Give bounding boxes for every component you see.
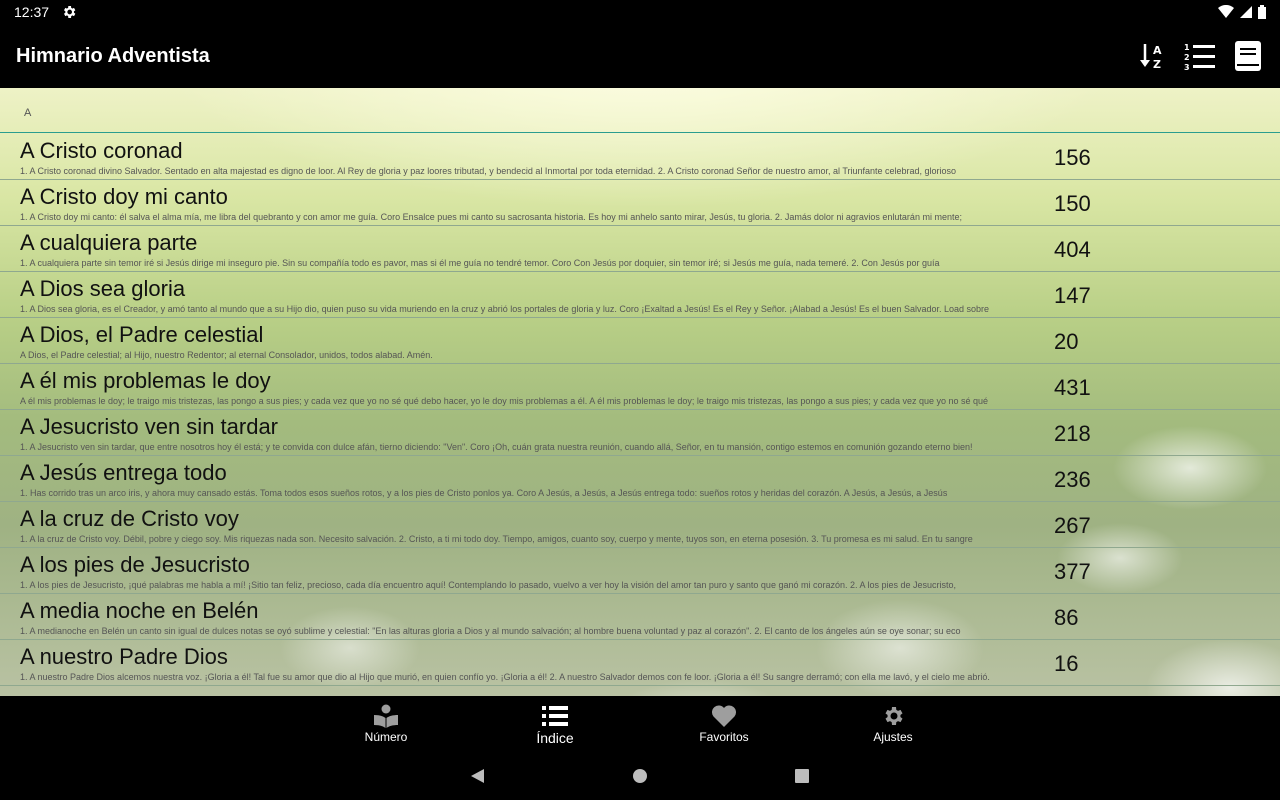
nav-indice[interactable]: Índice bbox=[495, 696, 615, 752]
book-icon bbox=[1235, 41, 1261, 71]
hymn-list: A Cristo coronad 1. A Cristo coronad divi… bbox=[0, 134, 1280, 686]
hymn-row[interactable]: A él mis problemas le doy A él mis proble… bbox=[0, 364, 1280, 410]
hymn-title: A media noche en Belén bbox=[20, 598, 259, 623]
hymn-title: A Dios sea gloria bbox=[20, 276, 186, 301]
hymn-number: 267 bbox=[1054, 513, 1091, 538]
hymn-excerpt: 1. A los pies de Jesucristo, ¡qué palabr… bbox=[20, 580, 957, 590]
home-circle-icon[interactable] bbox=[630, 766, 650, 786]
hymn-excerpt: 1. A medianoche en Belén un canto sin ig… bbox=[20, 626, 961, 636]
system-nav-bar bbox=[0, 752, 1280, 800]
back-triangle-icon[interactable] bbox=[468, 766, 488, 786]
hymn-number: 404 bbox=[1054, 237, 1091, 262]
status-time: 12:37 bbox=[14, 4, 50, 20]
hymn-title: A Cristo doy mi canto bbox=[20, 184, 228, 209]
app-actions: A Z 1 2 3 bbox=[1136, 40, 1264, 72]
hymn-number: 236 bbox=[1054, 467, 1091, 492]
hymn-row[interactable]: A Jesús entrega todo 1. Has corrido tras … bbox=[0, 456, 1280, 502]
hymn-number: 218 bbox=[1054, 421, 1091, 446]
reader-book-icon bbox=[373, 704, 399, 728]
app-bar: Himnario Adventista A Z 1 2 3 bbox=[0, 24, 1280, 88]
cell-signal-icon bbox=[1240, 6, 1252, 18]
wifi-icon bbox=[1218, 5, 1234, 18]
nav-numero-label: Número bbox=[364, 730, 408, 744]
nav-favoritos-label: Favoritos bbox=[699, 730, 749, 744]
sort-numeric-button[interactable]: 1 2 3 bbox=[1184, 40, 1216, 72]
hymn-title: A nuestro Padre Dios bbox=[20, 644, 228, 669]
hymn-number: 20 bbox=[1054, 329, 1079, 354]
heart-icon bbox=[711, 704, 737, 728]
hymn-excerpt: A Dios, el Padre celestial; al Hijo, nue… bbox=[20, 350, 433, 360]
hymn-excerpt: 1. A la cruz de Cristo voy. Débil, pobre… bbox=[20, 534, 973, 544]
hymn-number: 150 bbox=[1054, 191, 1091, 216]
hymn-number: 86 bbox=[1054, 605, 1079, 630]
hymn-title: A Cristo coronad bbox=[20, 138, 183, 163]
recents-square-icon[interactable] bbox=[792, 766, 812, 786]
list-icon bbox=[542, 704, 568, 728]
hymn-excerpt: 1. A nuestro Padre Dios alcemos nuestra … bbox=[20, 672, 990, 682]
status-icons bbox=[1218, 4, 1266, 20]
book-button[interactable] bbox=[1232, 40, 1264, 72]
hymn-row[interactable]: A Jesucristo ven sin tardar 1. A Jesucris… bbox=[0, 410, 1280, 456]
hymn-title: A Jesús entrega todo bbox=[20, 460, 227, 485]
hymn-number: 431 bbox=[1054, 375, 1091, 400]
nav-favoritos[interactable]: Favoritos bbox=[664, 696, 784, 752]
hymn-number: 16 bbox=[1054, 651, 1079, 676]
sort-alpha-button[interactable]: A Z bbox=[1136, 40, 1168, 72]
battery-icon bbox=[1258, 5, 1266, 19]
hymn-title: A los pies de Jesucristo bbox=[20, 552, 250, 577]
hymn-title: A Jesucristo ven sin tardar bbox=[20, 414, 279, 439]
nav-ajustes-label: Ajustes bbox=[873, 730, 913, 744]
hymn-number: 147 bbox=[1054, 283, 1091, 308]
numbered-list-icon: 1 2 3 bbox=[1184, 43, 1215, 71]
hymn-number: 156 bbox=[1054, 145, 1091, 170]
bottom-nav: Número Índice Favoritos Ajustes bbox=[0, 696, 1280, 752]
hymn-row[interactable]: A cualquiera parte 1. A cualquiera parte … bbox=[0, 226, 1280, 272]
hymn-title: A cualquiera parte bbox=[20, 230, 198, 255]
section-header: A bbox=[0, 88, 1280, 133]
hymn-row[interactable]: A Cristo doy mi canto 1. A Cristo doy mi … bbox=[0, 180, 1280, 226]
svg-text:3: 3 bbox=[1184, 63, 1190, 71]
nav-ajustes[interactable]: Ajustes bbox=[833, 696, 953, 752]
hymn-title: A la cruz de Cristo voy bbox=[20, 506, 239, 531]
hymn-excerpt: 1. Has corrido tras un arco iris, y ahor… bbox=[20, 488, 948, 498]
hymn-row[interactable]: A Dios sea gloria 1. A Dios sea gloria, e… bbox=[0, 272, 1280, 318]
hymn-row[interactable]: A los pies de Jesucristo 1. A los pies de… bbox=[0, 548, 1280, 594]
hymn-number: 377 bbox=[1054, 559, 1091, 584]
app-title: Himnario Adventista bbox=[16, 45, 210, 67]
hymn-row[interactable]: A media noche en Belén 1. A medianoche en… bbox=[0, 594, 1280, 640]
nav-numero[interactable]: Número bbox=[326, 696, 446, 752]
hymn-row[interactable]: A Dios, el Padre celestial A Dios, el Pad… bbox=[0, 318, 1280, 364]
section-letter: A bbox=[24, 107, 32, 119]
sort-alpha-icon: A Z bbox=[1140, 44, 1162, 71]
nav-indice-label: Índice bbox=[536, 730, 574, 746]
hymn-excerpt: 1. A cualquiera parte sin temor iré si J… bbox=[20, 258, 940, 268]
hymn-index[interactable]: A A Cristo coronad 1. A Cristo coronad di… bbox=[0, 88, 1280, 696]
hymn-row[interactable]: A Cristo coronad 1. A Cristo coronad divi… bbox=[0, 134, 1280, 180]
hymn-title: A Dios, el Padre celestial bbox=[20, 322, 264, 347]
svg-text:A: A bbox=[1153, 44, 1162, 57]
svg-text:Z: Z bbox=[1153, 58, 1161, 71]
hymn-excerpt: 1. A Cristo coronad divino Salvador. Sen… bbox=[20, 166, 957, 176]
status-bar: 12:37 bbox=[0, 0, 1280, 24]
svg-text:2: 2 bbox=[1184, 53, 1190, 62]
hymn-excerpt: 1. A Dios sea gloria, es el Creador, y a… bbox=[20, 304, 990, 314]
gear-icon bbox=[880, 704, 906, 728]
hymn-excerpt: A él mis problemas le doy; le traigo mis… bbox=[20, 396, 989, 406]
hymn-excerpt: 1. A Cristo doy mi canto: él salva el al… bbox=[20, 212, 962, 222]
settings-gear-icon bbox=[64, 6, 76, 18]
svg-text:1: 1 bbox=[1184, 43, 1190, 52]
hymn-title: A él mis problemas le doy bbox=[20, 368, 271, 393]
hymn-excerpt: 1. A Jesucristo ven sin tardar, que entr… bbox=[20, 442, 973, 452]
hymn-row[interactable]: A nuestro Padre Dios 1. A nuestro Padre D… bbox=[0, 640, 1280, 686]
hymn-row[interactable]: A la cruz de Cristo voy 1. A la cruz de C… bbox=[0, 502, 1280, 548]
